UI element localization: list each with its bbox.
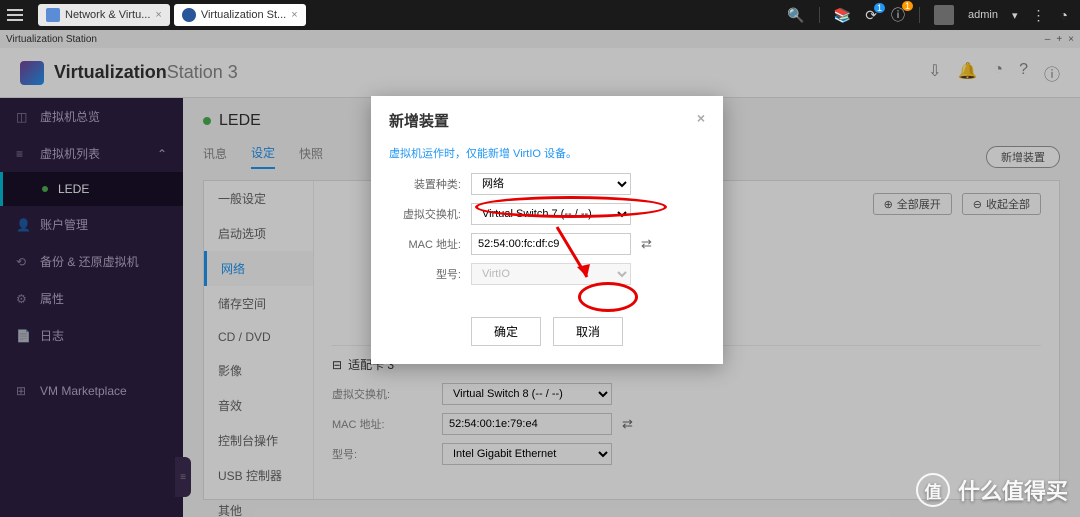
username[interactable]: admin: [968, 9, 998, 21]
badge: 1: [874, 3, 885, 13]
more-icon[interactable]: ⋮: [1032, 7, 1046, 24]
close-icon[interactable]: ×: [291, 9, 297, 21]
ok-button[interactable]: 确定: [471, 317, 541, 346]
field-label: 虚拟交换机:: [389, 206, 471, 222]
volume-icon[interactable]: 📚: [834, 7, 851, 24]
watermark-icon: 值: [916, 473, 950, 507]
device-type-select[interactable]: 网络: [471, 173, 631, 195]
tab-label: Network & Virtu...: [65, 9, 150, 21]
badge: 1: [902, 1, 913, 11]
close-icon[interactable]: ×: [697, 110, 705, 131]
modal-note: 虚拟机运作时，仅能新增 VirtIO 设备。: [389, 145, 705, 161]
close-icon[interactable]: ×: [155, 9, 161, 21]
dashboard-icon[interactable]: ◔: [1060, 7, 1068, 23]
notification-icon[interactable]: ⓘ1: [891, 5, 905, 25]
menu-icon[interactable]: [0, 0, 30, 30]
tab-icon: [46, 8, 60, 22]
search-icon[interactable]: 🔍: [787, 7, 804, 24]
add-device-modal: 新增装置 × 虚拟机运作时，仅能新增 VirtIO 设备。 装置种类: 网络 虚…: [371, 96, 723, 364]
cancel-button[interactable]: 取消: [553, 317, 623, 346]
modal-mac-input[interactable]: [471, 233, 631, 255]
system-topbar: Network & Virtu... × Virtualization St..…: [0, 0, 1080, 30]
shuffle-icon[interactable]: ⇄: [641, 236, 652, 252]
avatar[interactable]: [934, 5, 954, 25]
field-label: 装置种类:: [389, 176, 471, 192]
tab-label: Virtualization St...: [201, 9, 286, 21]
tab-icon: [182, 8, 196, 22]
watermark-text: 什么值得买: [958, 474, 1068, 506]
field-label: MAC 地址:: [389, 236, 471, 252]
system-tab-2[interactable]: Virtualization St... ×: [174, 4, 306, 26]
chevron-down-icon[interactable]: ▾: [1012, 9, 1018, 22]
task-icon[interactable]: ⟳1: [865, 7, 877, 24]
watermark: 值 什么值得买: [916, 473, 1068, 507]
modal-virtual-switch-select[interactable]: Virtual Switch 7 (-- / --): [471, 203, 631, 225]
system-tab-1[interactable]: Network & Virtu... ×: [38, 4, 170, 26]
field-label: 型号:: [389, 266, 471, 282]
modal-title: 新增装置: [389, 110, 449, 131]
modal-model-select: VirtIO: [471, 263, 631, 285]
